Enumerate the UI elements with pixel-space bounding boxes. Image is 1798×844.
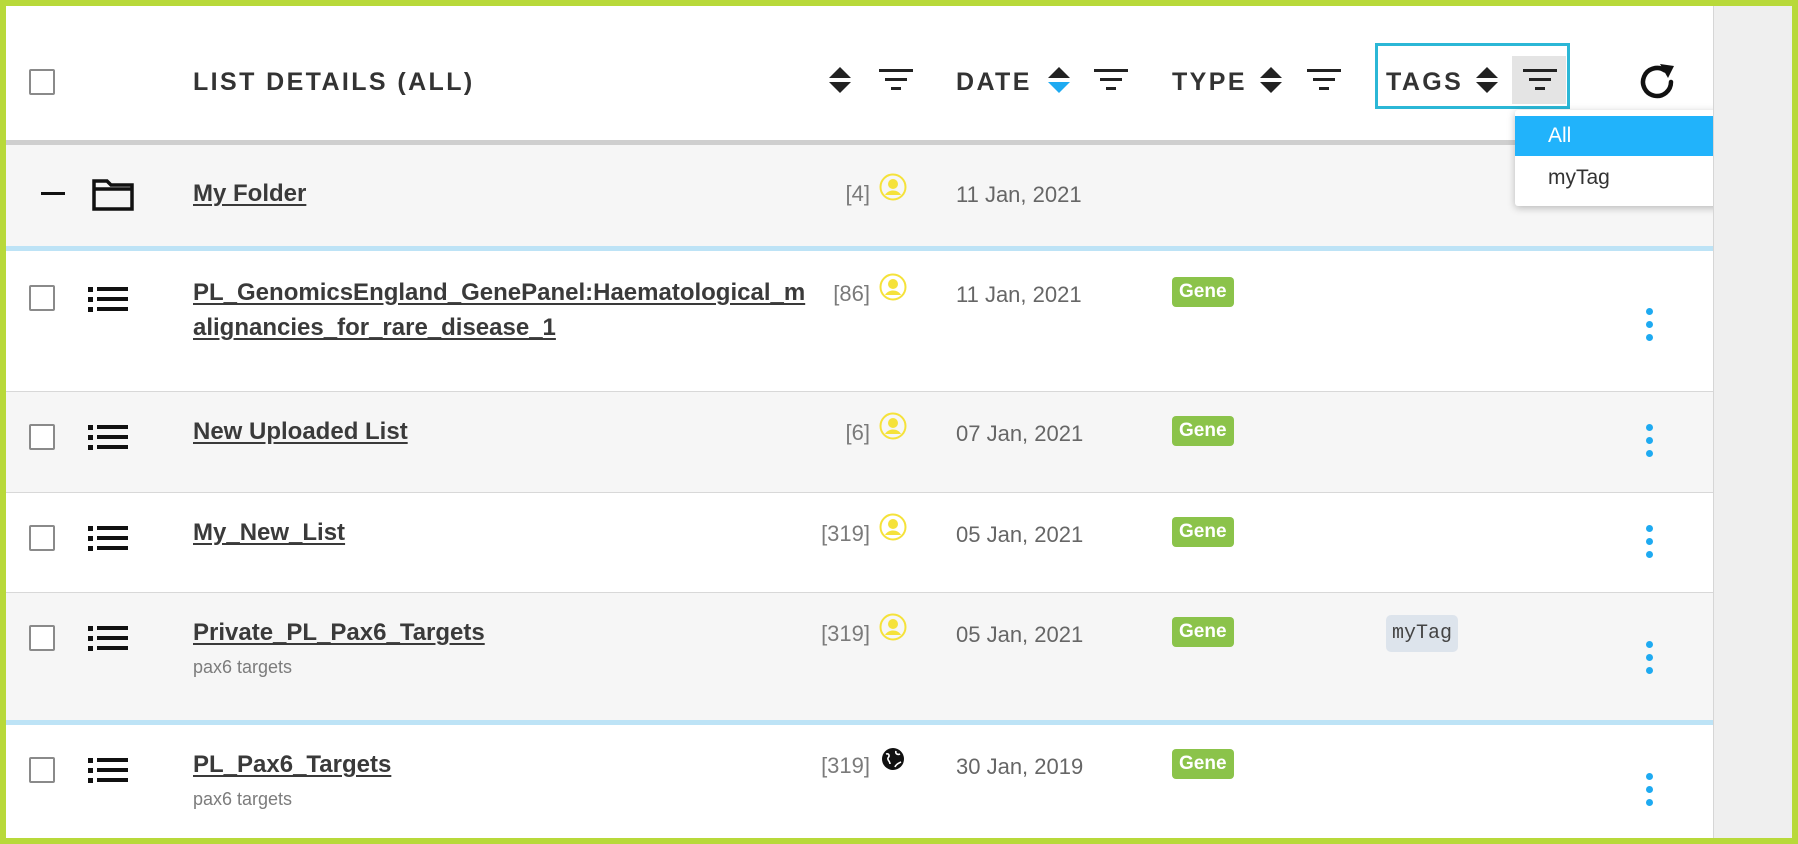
- table-header: LIST DETAILS (ALL) DATE TYPE TAGS: [6, 10, 1713, 142]
- tags-filter-option-mytag[interactable]: myTag: [1515, 158, 1713, 198]
- select-all-checkbox[interactable]: [29, 69, 55, 95]
- sort-type-icon[interactable]: [1259, 65, 1283, 95]
- list-name-link[interactable]: PL_Pax6_Targets: [193, 747, 391, 782]
- table-row-folder: My Folder [4] 11 Jan, 2021: [6, 145, 1713, 248]
- more-actions-icon[interactable]: [1645, 525, 1655, 561]
- user-icon: [879, 613, 907, 641]
- type-column-title: TYPE: [1172, 68, 1247, 96]
- date-text: 11 Jan, 2021: [956, 282, 1082, 307]
- list-description: pax6 targets: [193, 789, 293, 809]
- list-icon: [88, 758, 128, 783]
- user-icon: [879, 412, 907, 440]
- sort-date-icon[interactable]: [1047, 65, 1071, 95]
- list-description: pax6 targets: [193, 657, 293, 677]
- list-details-column-title: LIST DETAILS (ALL): [193, 68, 475, 96]
- list-count: [6]: [845, 420, 870, 445]
- sort-list-details-icon[interactable]: [828, 65, 852, 95]
- table-row: PL_GenomicsEngland_GenePanel:Haematologi…: [6, 251, 1713, 391]
- filter-type-icon[interactable]: [1307, 68, 1341, 92]
- date-text: 05 Jan, 2021: [956, 522, 1084, 547]
- table-row: New Uploaded List [6] 07 Jan, 2021 Gene: [6, 392, 1713, 492]
- list-name-link[interactable]: PL_GenomicsEngland_GenePanel:Haematologi…: [193, 275, 805, 345]
- type-badge: Gene: [1172, 416, 1234, 446]
- date-text: 30 Jan, 2019: [956, 754, 1084, 779]
- date-text: 07 Jan, 2021: [956, 421, 1084, 446]
- folder-name-link[interactable]: My Folder: [193, 176, 306, 211]
- list-icon: [88, 287, 128, 312]
- table-row: Private_PL_Pax6_Targets pax6 targets [31…: [6, 593, 1713, 721]
- filter-list-details-icon[interactable]: [879, 68, 913, 92]
- filter-tags-icon[interactable]: [1523, 68, 1557, 92]
- date-text: 11 Jan, 2021: [956, 182, 1082, 207]
- tags-filter-dropdown: All myTag: [1515, 110, 1713, 206]
- row-checkbox[interactable]: [29, 525, 55, 551]
- type-badge: Gene: [1172, 617, 1234, 647]
- tag-chip[interactable]: myTag: [1386, 615, 1459, 652]
- refresh-icon[interactable]: [1638, 62, 1678, 102]
- list-icon: [88, 425, 128, 450]
- list-count: [4]: [845, 181, 870, 206]
- date-column-title: DATE: [956, 68, 1032, 96]
- row-checkbox[interactable]: [29, 757, 55, 783]
- collapse-folder-icon[interactable]: [41, 192, 65, 195]
- user-icon: [879, 273, 907, 301]
- user-icon: [879, 513, 907, 541]
- globe-icon: [882, 748, 904, 770]
- row-checkbox[interactable]: [29, 625, 55, 651]
- more-actions-icon[interactable]: [1645, 424, 1655, 460]
- list-count: [319]: [821, 621, 870, 646]
- sort-tags-icon[interactable]: [1475, 65, 1499, 95]
- type-badge: Gene: [1172, 749, 1234, 779]
- date-text: 05 Jan, 2021: [956, 622, 1084, 647]
- list-name-line-1: PL_GenomicsEngland_GenePanel:Haematologi…: [193, 279, 806, 306]
- type-badge: Gene: [1172, 517, 1234, 547]
- list-count: [319]: [821, 753, 870, 778]
- more-actions-icon[interactable]: [1645, 641, 1655, 677]
- row-checkbox[interactable]: [29, 285, 55, 311]
- table-row: My_New_List [319] 05 Jan, 2021 Gene: [6, 493, 1713, 592]
- list-name-link[interactable]: My_New_List: [193, 515, 345, 550]
- more-actions-icon[interactable]: [1645, 773, 1655, 809]
- type-badge: Gene: [1172, 277, 1234, 307]
- list-name-link[interactable]: New Uploaded List: [193, 414, 408, 449]
- folder-icon: [92, 179, 134, 211]
- more-actions-icon[interactable]: [1645, 308, 1655, 344]
- row-checkbox[interactable]: [29, 424, 55, 450]
- app-frame: LIST DETAILS (ALL) DATE TYPE TAGS My Fol…: [6, 6, 1792, 838]
- tags-column-title: TAGS: [1386, 68, 1464, 96]
- list-icon: [88, 626, 128, 651]
- list-count: [319]: [821, 521, 870, 546]
- list-name-link[interactable]: Private_PL_Pax6_Targets: [193, 615, 485, 650]
- list-name-line-2: alignancies_for_rare_disease_1: [193, 314, 556, 341]
- list-icon: [88, 526, 128, 551]
- filter-date-icon[interactable]: [1094, 68, 1128, 92]
- list-count: [86]: [833, 281, 870, 306]
- tags-filter-option-all[interactable]: All: [1515, 116, 1713, 156]
- panel-right-edge: [1713, 6, 1714, 838]
- table-row: PL_Pax6_Targets pax6 targets [319] 30 Ja…: [6, 725, 1713, 838]
- list-table: LIST DETAILS (ALL) DATE TYPE TAGS My Fol…: [6, 6, 1713, 838]
- user-icon: [879, 173, 907, 201]
